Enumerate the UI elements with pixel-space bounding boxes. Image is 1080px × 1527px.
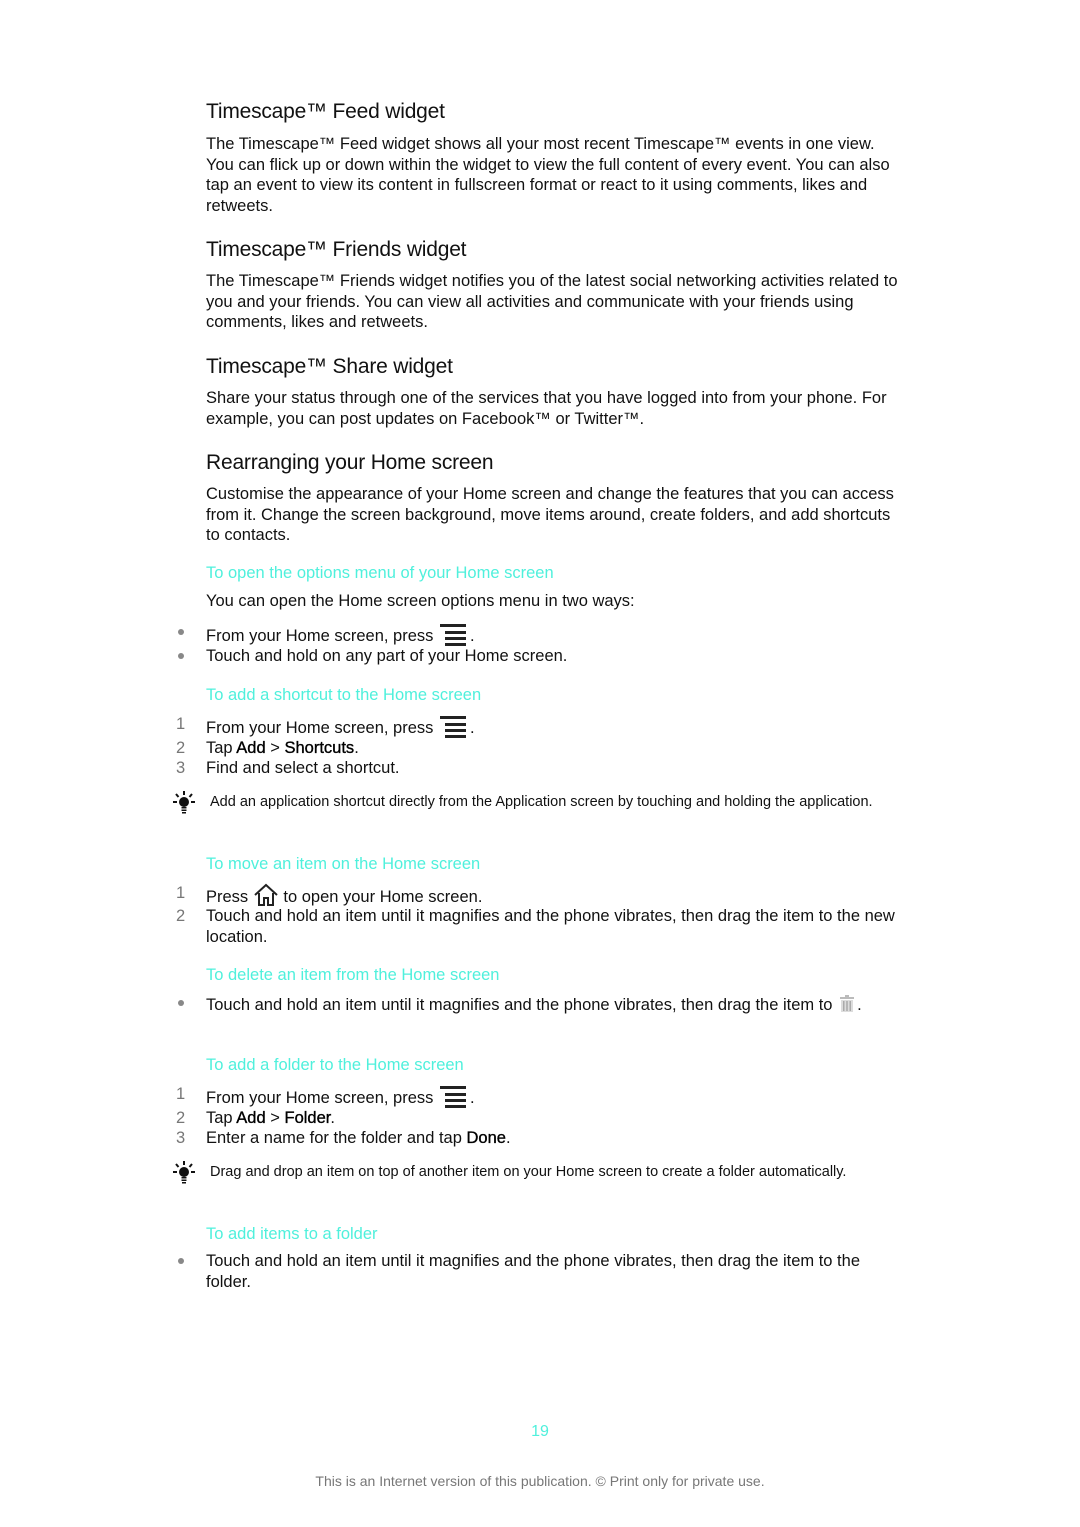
heading-open-options-menu: To open the options menu of your Home sc… xyxy=(206,564,554,582)
bullet-icon xyxy=(178,1258,184,1264)
trash-icon xyxy=(837,993,857,1019)
heading-share-widget: Timescape™ Share widget xyxy=(206,355,453,378)
lightbulb-icon xyxy=(172,791,196,815)
heading-add-items-folder: To add items to a folder xyxy=(206,1225,378,1243)
options-menu-intro: You can open the Home screen options men… xyxy=(206,592,635,610)
heading-feed-widget: Timescape™ Feed widget xyxy=(206,100,445,123)
heading-move-item: To move an item on the Home screen xyxy=(206,855,481,873)
footer-notice: This is an Internet version of this publ… xyxy=(315,1473,765,1489)
page-number: 19 xyxy=(531,1423,549,1440)
heading-friends-widget: Timescape™ Friends widget xyxy=(206,238,467,261)
bullet-icon xyxy=(178,653,184,659)
paragraph-rearranging: Customise the appearance of your Home sc… xyxy=(206,485,894,544)
lightbulb-icon xyxy=(172,1161,196,1185)
paragraph-friends-widget: The Timescape™ Friends widget notifies y… xyxy=(206,272,898,331)
bullet-icon xyxy=(178,1000,184,1006)
manual-page: Timescape™ Feed widget The Timescape™ Fe… xyxy=(0,0,1080,1527)
paragraph-feed-widget: The Timescape™ Feed widget shows all you… xyxy=(206,135,890,215)
bullet-icon xyxy=(178,629,184,635)
paragraph-share-widget: Share your status through one of the ser… xyxy=(206,389,887,428)
heading-add-folder: To add a folder to the Home screen xyxy=(206,1056,464,1074)
heading-add-shortcut: To add a shortcut to the Home screen xyxy=(206,686,482,704)
heading-delete-item: To delete an item from the Home screen xyxy=(206,966,500,984)
heading-rearranging: Rearranging your Home screen xyxy=(206,451,494,474)
